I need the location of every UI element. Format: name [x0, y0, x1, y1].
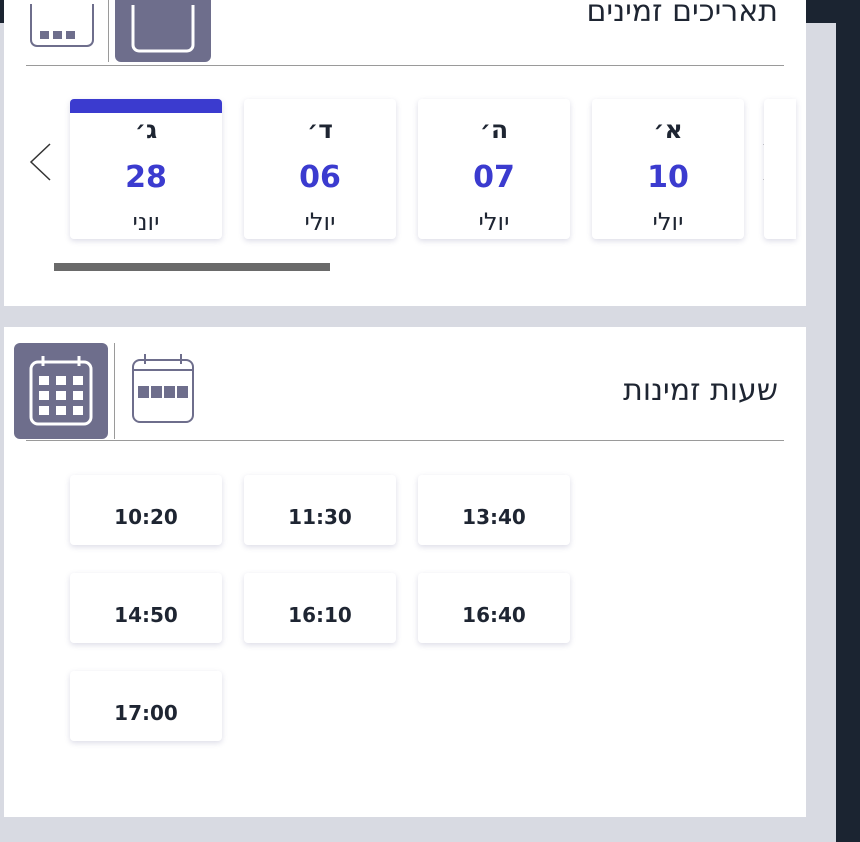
time-slot-button[interactable]: 14:50 [70, 573, 222, 643]
times-header-divider [26, 440, 784, 441]
date-card-partial[interactable] [764, 99, 796, 239]
date-card[interactable]: ד׳ 06 יולי [244, 99, 396, 239]
time-slot-button[interactable]: 16:10 [244, 573, 396, 643]
calendar-grid-icon [29, 356, 93, 426]
selected-indicator [70, 99, 222, 113]
calendar-strip-icon [30, 4, 94, 47]
view-toggle-divider [114, 343, 115, 439]
time-slot-button[interactable]: 13:40 [418, 475, 570, 545]
date-month: יולי [652, 208, 684, 236]
calendar-strip-icon [132, 354, 194, 423]
date-day: א׳ [653, 115, 683, 144]
time-slot-button[interactable]: 11:30 [244, 475, 396, 545]
time-slot-button[interactable]: 17:00 [70, 671, 222, 741]
dates-panel-title: תאריכים זמינים [586, 0, 778, 29]
date-number: 10 [647, 160, 689, 195]
date-card[interactable]: ה׳ 07 יולי [418, 99, 570, 239]
dates-header-divider [26, 65, 784, 66]
calendar-grid-icon [131, 5, 195, 53]
strip-view-button[interactable] [115, 0, 211, 62]
chevron-left-icon [29, 143, 51, 181]
dates-scroll-indicator[interactable] [54, 263, 330, 271]
date-month: יוני [132, 208, 160, 236]
times-panel-title: שעות זמינות [623, 373, 778, 408]
date-card[interactable]: א׳ 10 יולי [592, 99, 744, 239]
available-dates-panel: תאריכים זמינים ג׳ 28 יוני ד׳ 06 יולי ה׳ … [4, 0, 806, 306]
grid-view-button[interactable] [30, 4, 94, 48]
date-month: יולי [304, 208, 336, 236]
date-number: 07 [473, 160, 515, 195]
scrollbar-track[interactable] [836, 0, 860, 842]
date-day: ה׳ [479, 115, 509, 144]
date-card[interactable]: ג׳ 28 יוני [70, 99, 222, 239]
date-day: ג׳ [134, 115, 158, 144]
date-day: ד׳ [307, 115, 333, 144]
prev-dates-button[interactable] [26, 142, 56, 182]
time-slot-button[interactable]: 10:20 [70, 475, 222, 545]
view-toggle-divider [108, 0, 109, 62]
grid-view-button[interactable] [14, 343, 108, 439]
date-number: 28 [125, 160, 167, 195]
time-slot-button[interactable]: 16:40 [418, 573, 570, 643]
available-times-panel: שעות זמינות 10:20 11:30 13:40 14:50 16:1… [4, 327, 806, 817]
strip-view-button[interactable] [128, 351, 198, 427]
date-number: 06 [299, 160, 341, 195]
date-month: יולי [478, 208, 510, 236]
